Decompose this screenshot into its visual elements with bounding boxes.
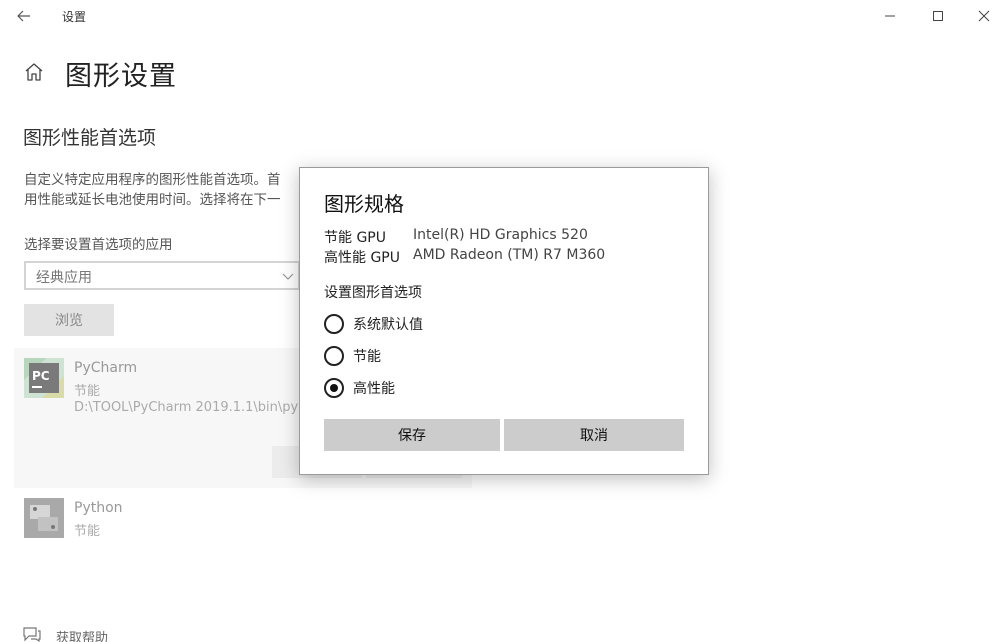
graphics-preference-heading: 设置图形首选项: [324, 285, 422, 301]
radio-label: 高性能: [353, 381, 395, 397]
window-title: 设置: [62, 10, 87, 24]
pycharm-icon: PC: [24, 358, 64, 398]
radio-system-default[interactable]: 系统默认值: [324, 313, 423, 335]
radio-button[interactable]: [324, 346, 344, 366]
select-app-label: 选择要设置首选项的应用: [24, 237, 173, 253]
browse-button[interactable]: 浏览: [24, 304, 114, 336]
settings-window: 设置 图形设置 图形性能首选项 自定义特定应用程序的图形性能首选项。首 用性能或…: [0, 0, 1007, 642]
app-path: D:\TOOL\PyCharm 2019.1.1\bin\pyc: [74, 400, 302, 415]
app-type-value: 经典应用: [36, 270, 92, 286]
radio-power-saving[interactable]: 节能: [324, 345, 381, 367]
help-chat-icon: [23, 627, 41, 642]
python-icon: [24, 498, 64, 538]
section-description: 自定义特定应用程序的图形性能首选项。首 用性能或延长电池使用时间。选择将在下一: [24, 170, 299, 210]
minimize-icon: [885, 15, 895, 17]
app-preference: 节能: [74, 384, 101, 399]
app-name: PyCharm: [74, 360, 138, 376]
title-bar: 设置: [0, 0, 1007, 32]
radio-high-performance[interactable]: 高性能: [324, 377, 395, 399]
save-button[interactable]: 保存: [324, 419, 500, 451]
app-type-dropdown[interactable]: 经典应用: [24, 261, 300, 290]
radio-label: 系统默认值: [353, 317, 423, 333]
get-help-link[interactable]: 获取帮助: [56, 627, 108, 642]
home-button[interactable]: [22, 60, 46, 84]
page-title: 图形设置: [65, 61, 177, 92]
svg-text:PC: PC: [32, 369, 50, 383]
radio-label: 节能: [353, 349, 381, 365]
home-icon: [25, 63, 43, 81]
app-preference: 节能: [74, 524, 101, 539]
section-title: 图形性能首选项: [23, 127, 157, 149]
power-saving-gpu-label: 节能 GPU: [324, 230, 386, 246]
minimize-button[interactable]: [867, 0, 913, 32]
power-saving-gpu-value: Intel(R) HD Graphics 520: [413, 227, 588, 243]
cancel-button[interactable]: 取消: [504, 419, 684, 451]
description-line: 用性能或延长电池使用时间。选择将在下一: [24, 192, 281, 208]
chevron-down-icon: [282, 273, 294, 280]
close-icon: [978, 10, 990, 22]
back-arrow-icon: [17, 10, 30, 22]
radio-button[interactable]: [324, 314, 344, 334]
close-button[interactable]: [961, 0, 1007, 32]
radio-button[interactable]: [324, 378, 344, 398]
back-button[interactable]: [10, 4, 38, 28]
maximize-icon: [933, 11, 943, 21]
description-line: 自定义特定应用程序的图形性能首选项。首: [24, 172, 281, 188]
app-name: Python: [74, 500, 123, 516]
high-performance-gpu-label: 高性能 GPU: [324, 250, 400, 266]
dialog-title: 图形规格: [324, 192, 404, 216]
maximize-button[interactable]: [915, 0, 961, 32]
graphics-spec-dialog: 图形规格 节能 GPU Intel(R) HD Graphics 520 高性能…: [299, 167, 709, 475]
high-performance-gpu-value: AMD Radeon (TM) R7 M360: [413, 247, 606, 263]
